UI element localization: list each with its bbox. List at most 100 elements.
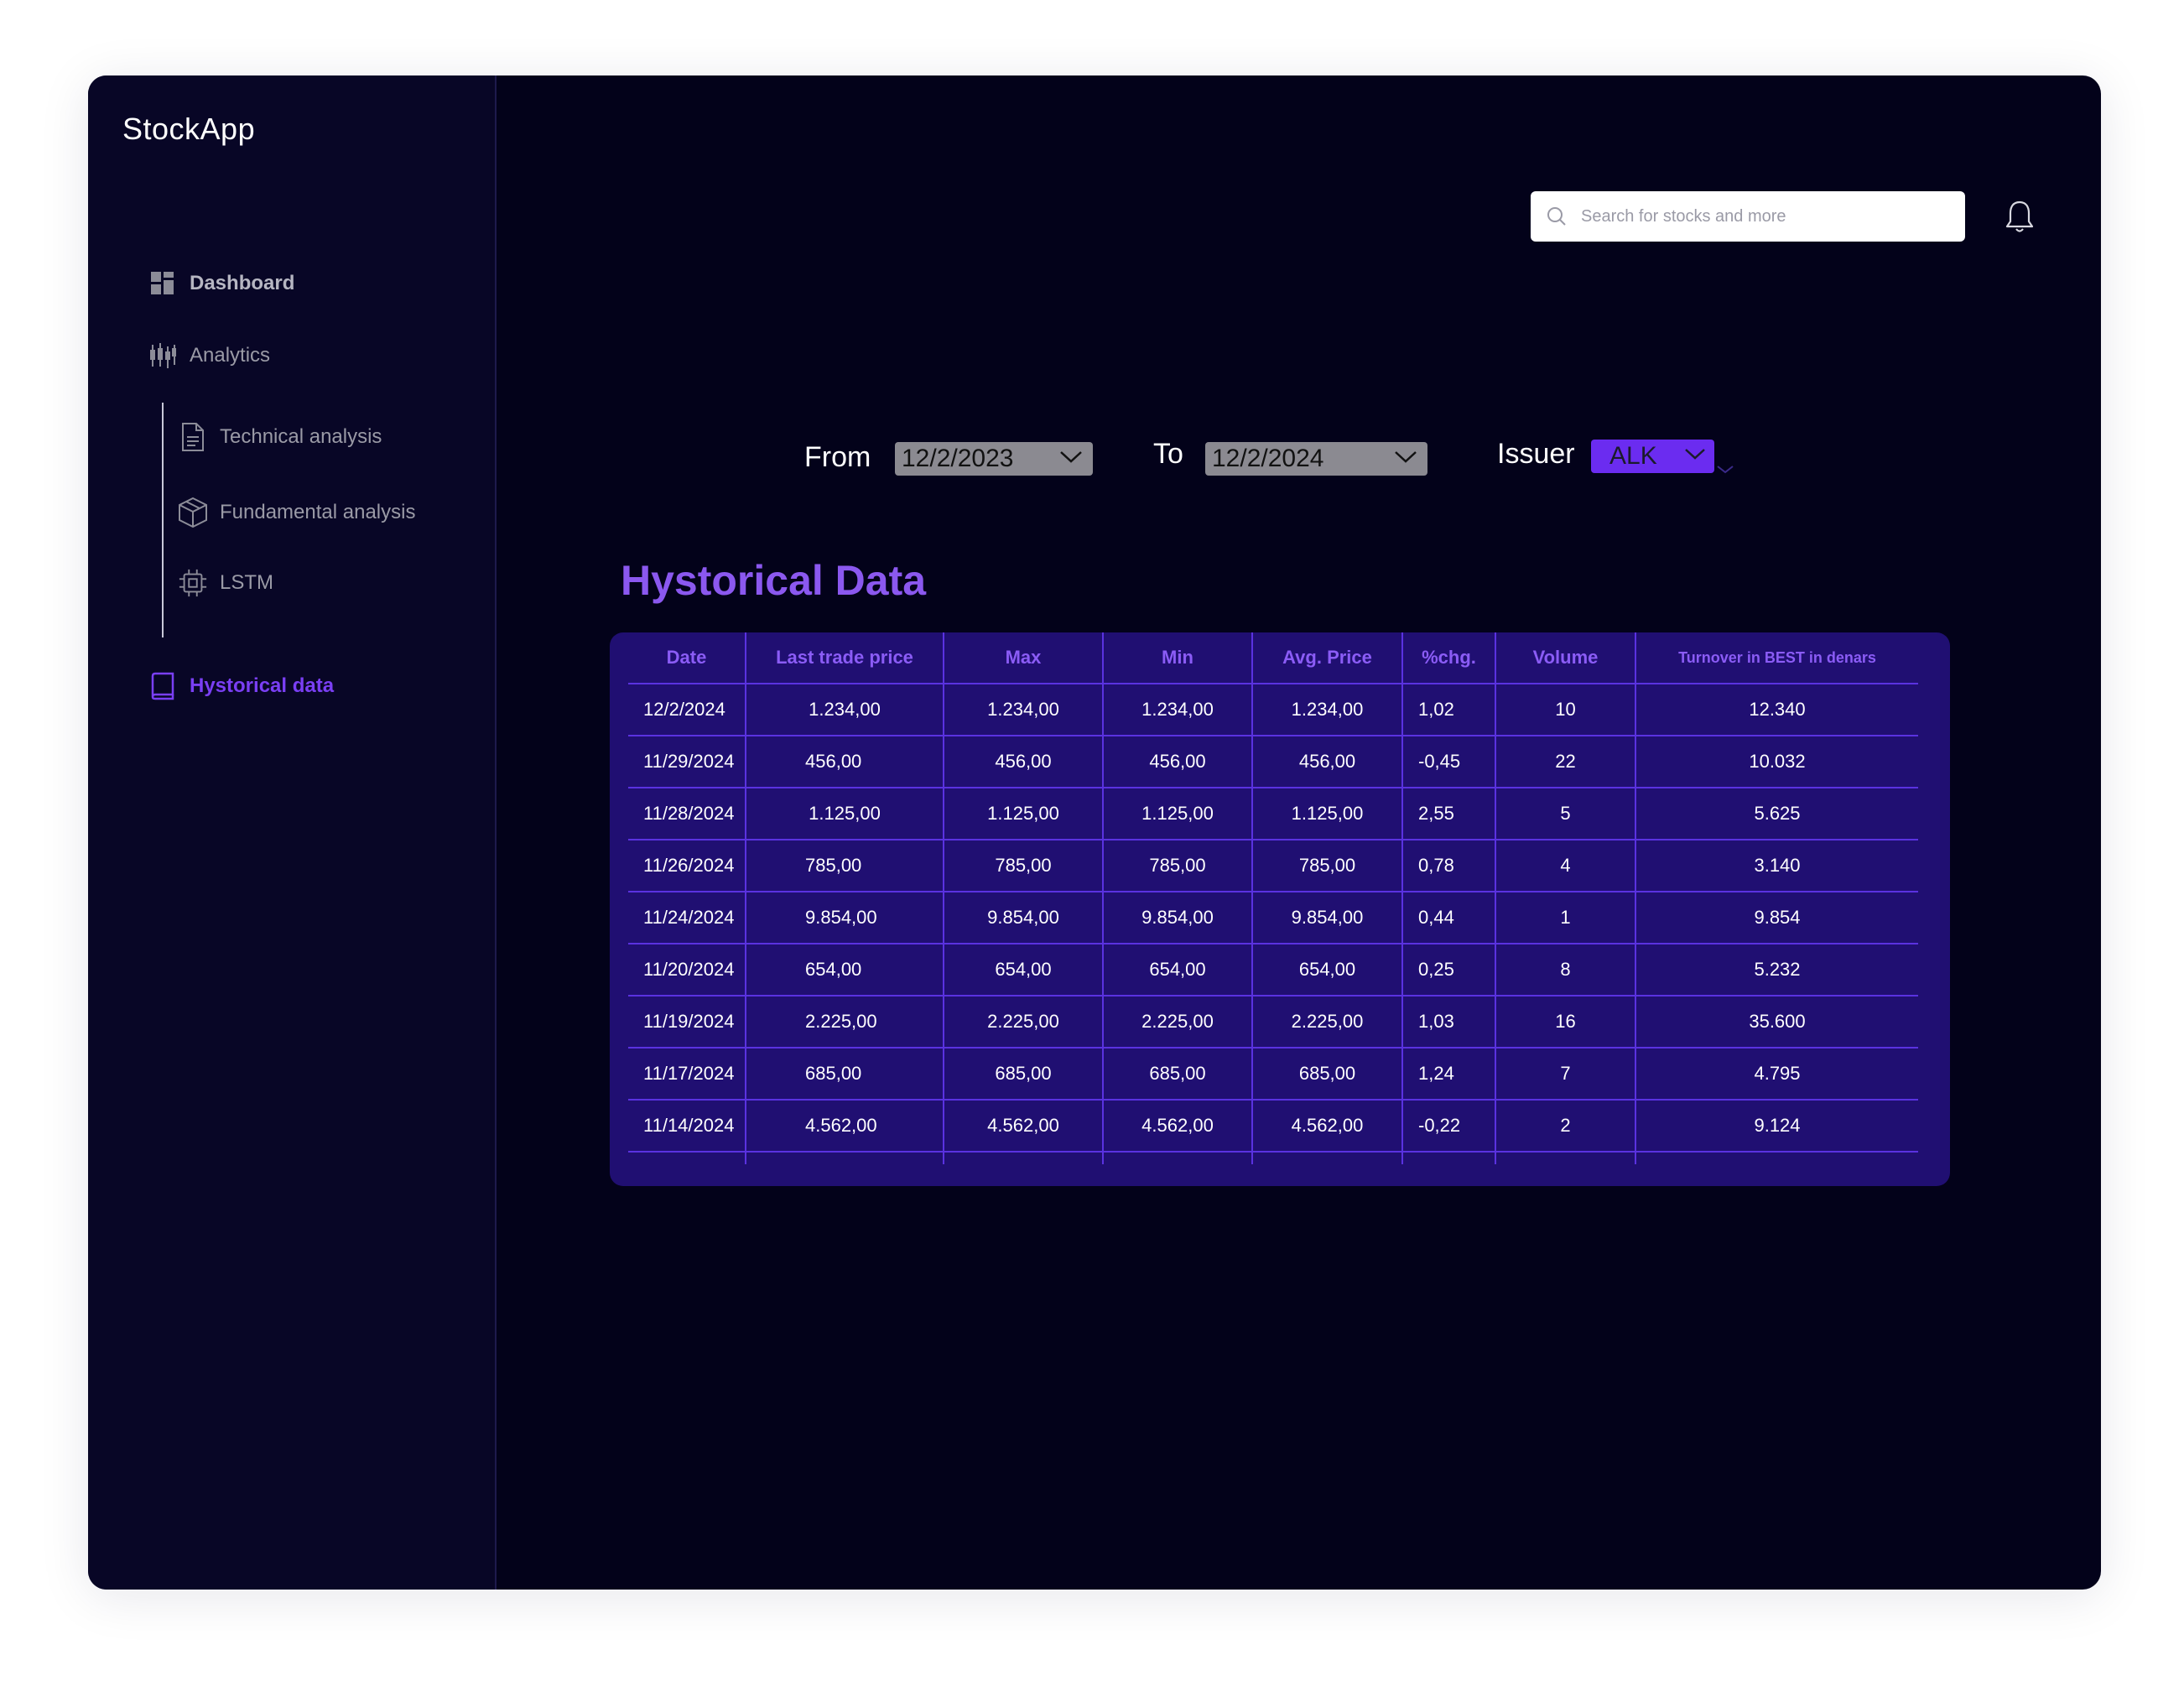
cell-pct-change: 2,55 (1401, 788, 1495, 840)
chevron-down-icon (1059, 450, 1083, 468)
cell-last-trade-price: 9.854,00 (745, 892, 944, 944)
sidebar-item-label: Technical analysis (220, 425, 382, 448)
column-header-min[interactable]: Min (1102, 632, 1252, 684)
column-header-avg-price[interactable]: Avg. Price (1251, 632, 1402, 684)
cell-max: 1.125,00 (943, 788, 1103, 840)
to-date-value: 12/2/2024 (1212, 445, 1324, 472)
table-row: 11/14/2024 4.562,00 4.562,00 4.562,00 4.… (628, 1100, 1918, 1153)
cell-date: 11/29/2024 (628, 736, 746, 788)
chevron-down-icon (1716, 464, 1734, 479)
cell-avg-price: 2.225,00 (1251, 996, 1402, 1049)
cell-volume: 16 (1495, 996, 1635, 1049)
cell-date: 11/14/2024 (628, 1100, 746, 1153)
app-window: StockApp Dashboard Analytics Technical a… (88, 75, 2101, 1590)
cell-max: 654,00 (943, 944, 1103, 997)
cell-avg-price: 1.234,00 (1251, 684, 1402, 736)
table-header-row: Date Last trade price Max Min Avg. Price… (628, 632, 1918, 684)
cell-volume: 8 (1495, 944, 1635, 997)
cell-turnover: 10.032 (1635, 736, 1918, 788)
sidebar-item-analytics[interactable]: Analytics (148, 341, 270, 371)
table-spacer-row (628, 1152, 1918, 1164)
table-row: 11/29/2024 456,00 456,00 456,00 456,00 -… (628, 736, 1918, 788)
cell-min: 2.225,00 (1102, 996, 1252, 1049)
chevron-down-icon (1394, 450, 1417, 468)
table-row: 12/2/2024 1.234,00 1.234,00 1.234,00 1.2… (628, 684, 1918, 736)
cell-max: 1.234,00 (943, 684, 1103, 736)
cell-last-trade-price: 685,00 (745, 1048, 944, 1101)
cell-max: 785,00 (943, 840, 1103, 892)
cell-turnover: 9.854 (1635, 892, 1918, 944)
cell-avg-price: 456,00 (1251, 736, 1402, 788)
cell-min: 654,00 (1102, 944, 1252, 997)
column-header-max[interactable]: Max (943, 632, 1103, 684)
issuer-value: ALK (1609, 442, 1657, 470)
cell-pct-change: -0,22 (1401, 1100, 1495, 1153)
search-bar[interactable] (1531, 191, 1965, 242)
cell-max: 4.562,00 (943, 1100, 1103, 1153)
cell-min: 456,00 (1102, 736, 1252, 788)
cell-turnover: 9.124 (1635, 1100, 1918, 1153)
cell-max: 9.854,00 (943, 892, 1103, 944)
cell-last-trade-price: 4.562,00 (745, 1100, 944, 1153)
table-row: 11/17/2024 685,00 685,00 685,00 685,00 1… (628, 1048, 1918, 1101)
cell-pct-change: 0,78 (1401, 840, 1495, 892)
sidebar-item-label: Hystorical data (190, 674, 335, 697)
cell-min: 9.854,00 (1102, 892, 1252, 944)
candlestick-icon (148, 341, 178, 371)
from-date-value: 12/2/2023 (902, 445, 1014, 472)
cell-last-trade-price: 654,00 (745, 944, 944, 997)
sidebar-item-label: LSTM (220, 571, 274, 594)
cell-volume: 7 (1495, 1048, 1635, 1101)
cell-last-trade-price: 2.225,00 (745, 996, 944, 1049)
bell-icon[interactable] (2003, 199, 2036, 236)
issuer-select[interactable]: ALK (1591, 440, 1714, 473)
table-row: 11/19/2024 2.225,00 2.225,00 2.225,00 2.… (628, 996, 1918, 1049)
column-header-last-trade-price[interactable]: Last trade price (745, 632, 944, 684)
historical-data-table-card: Date Last trade price Max Min Avg. Price… (610, 632, 1950, 1186)
cube-icon (178, 497, 208, 528)
cell-date: 11/28/2024 (628, 788, 746, 840)
issuer-label: Issuer (1497, 438, 1575, 470)
cell-volume: 2 (1495, 1100, 1635, 1153)
search-icon (1546, 206, 1568, 227)
cell-avg-price: 685,00 (1251, 1048, 1402, 1101)
cell-min: 685,00 (1102, 1048, 1252, 1101)
table-row: 11/28/2024 1.125,00 1.125,00 1.125,00 1.… (628, 788, 1918, 840)
cell-avg-price: 1.125,00 (1251, 788, 1402, 840)
to-date-select[interactable]: 12/2/2024 (1205, 442, 1427, 476)
cell-turnover: 12.340 (1635, 684, 1918, 736)
sidebar-item-fundamental-analysis[interactable]: Fundamental analysis (178, 497, 415, 528)
from-label: From (804, 441, 871, 473)
sidebar-item-lstm[interactable]: LSTM (178, 568, 273, 598)
document-icon (178, 422, 208, 452)
cell-max: 685,00 (943, 1048, 1103, 1101)
sidebar-item-label: Analytics (190, 344, 271, 367)
cell-pct-change: 1,24 (1401, 1048, 1495, 1101)
cell-avg-price: 785,00 (1251, 840, 1402, 892)
cell-min: 1.234,00 (1102, 684, 1252, 736)
cell-date: 11/26/2024 (628, 840, 746, 892)
sidebar-item-technical-analysis[interactable]: Technical analysis (178, 422, 382, 452)
cell-max: 456,00 (943, 736, 1103, 788)
cell-date: 12/2/2024 (628, 684, 746, 736)
cell-last-trade-price: 456,00 (745, 736, 944, 788)
column-header-turnover[interactable]: Turnover in BEST in denars (1635, 632, 1918, 684)
sidebar-item-dashboard[interactable]: Dashboard (148, 268, 294, 299)
sidebar-item-label: Dashboard (190, 272, 295, 294)
cell-turnover: 3.140 (1635, 840, 1918, 892)
cell-min: 1.125,00 (1102, 788, 1252, 840)
cell-avg-price: 654,00 (1251, 944, 1402, 997)
column-header-pct-change[interactable]: %chg. (1401, 632, 1495, 684)
cell-max: 2.225,00 (943, 996, 1103, 1049)
cell-last-trade-price: 1.125,00 (745, 788, 944, 840)
cell-min: 785,00 (1102, 840, 1252, 892)
cell-volume: 10 (1495, 684, 1635, 736)
cell-min: 4.562,00 (1102, 1100, 1252, 1153)
column-header-date[interactable]: Date (628, 632, 746, 684)
cell-pct-change: 0,44 (1401, 892, 1495, 944)
search-input[interactable] (1579, 206, 1952, 227)
from-date-select[interactable]: 12/2/2023 (895, 442, 1093, 476)
cell-last-trade-price: 1.234,00 (745, 684, 944, 736)
column-header-volume[interactable]: Volume (1495, 632, 1635, 684)
sidebar-item-historical-data[interactable]: Hystorical data (148, 671, 334, 701)
